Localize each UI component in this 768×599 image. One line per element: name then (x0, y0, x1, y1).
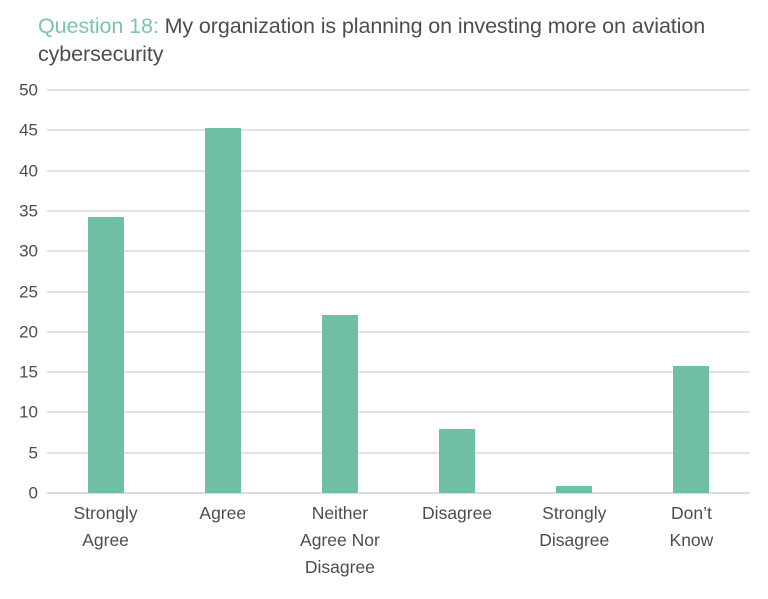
x-axis-labels: Strongly Agree Agree Neither Agree Nor Disagr… (47, 500, 750, 595)
y-axis-tick-label: 40 (19, 161, 38, 181)
chart-title-question-number: Question 18: (38, 14, 159, 38)
x-axis-tick-label-line: Agree (82, 530, 129, 550)
y-axis: 0 5 10 15 20 25 30 35 40 45 50 (0, 82, 38, 502)
bar-don-t-know (673, 365, 710, 493)
y-axis-tick-label: 30 (19, 241, 38, 261)
y-axis-tick-label: 20 (19, 322, 38, 342)
bar-strongly-agree (87, 217, 124, 493)
x-axis-tick-label-line: Disagree (304, 557, 375, 577)
bar-strongly-disagree (556, 485, 593, 493)
y-axis-tick-label: 50 (19, 80, 38, 100)
bar-neither-agree-nor-disagree (321, 314, 358, 493)
x-axis-tick-label-line: Don’t (670, 503, 712, 523)
y-axis-tick-label: 45 (19, 120, 38, 140)
x-axis-tick-label-line: Know (669, 530, 714, 550)
y-axis-tick-label: 15 (19, 362, 38, 382)
bars-layer (47, 90, 750, 493)
y-axis-tick-label: 10 (19, 402, 38, 422)
bar-agree (204, 127, 241, 493)
bar-disagree (439, 428, 476, 493)
chart-title: Question 18: My organization is planning… (38, 12, 738, 68)
y-axis-tick-label: 0 (28, 483, 38, 503)
y-axis-tick-label: 5 (28, 443, 38, 463)
y-axis-tick-label: 25 (19, 282, 38, 301)
x-axis-tick-label: Don’t Know (616, 500, 766, 554)
y-axis-tick-label: 35 (19, 201, 38, 221)
x-axis-tick-label-line: Agree Nor (300, 530, 380, 550)
bar-chart-figure: Question 18: My organization is planning… (0, 0, 768, 599)
